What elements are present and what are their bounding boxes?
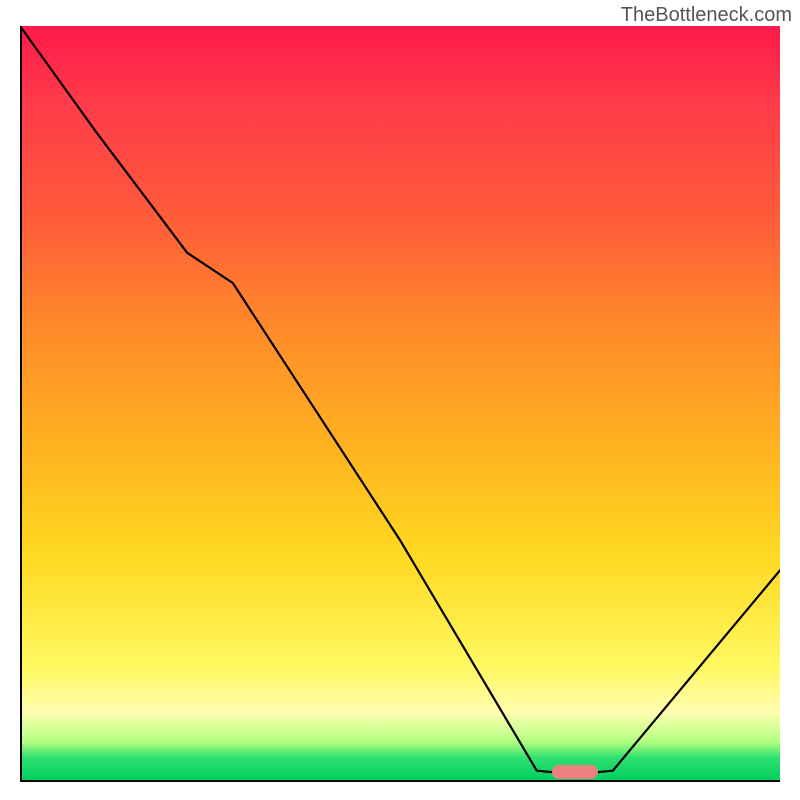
plot-area — [20, 26, 780, 782]
optimal-marker — [552, 765, 598, 779]
watermark-text: TheBottleneck.com — [621, 4, 792, 27]
bottleneck-curve — [20, 26, 780, 782]
